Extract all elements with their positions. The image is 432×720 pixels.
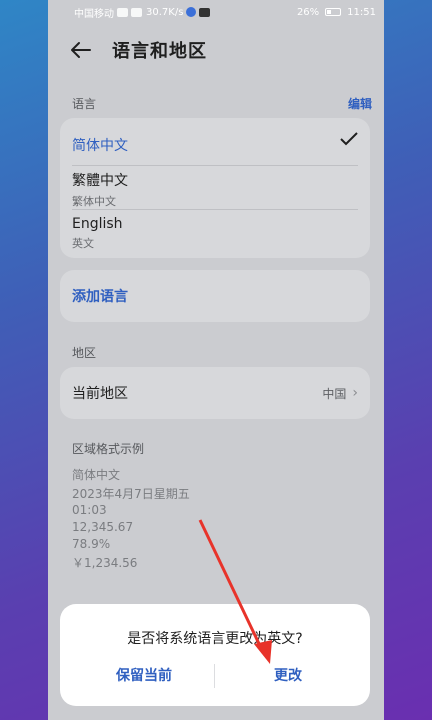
format-sample-line: 01:03 — [72, 503, 107, 517]
language-section-label: 语言 — [72, 97, 97, 111]
add-language-label: 添加语言 — [72, 289, 128, 305]
net-speed-text: 30.7K/s — [146, 6, 184, 18]
dialog-button-divider — [214, 664, 215, 688]
current-region-value: 中国 — [322, 386, 347, 401]
language-subtitle: 繁体中文 — [72, 195, 116, 208]
edit-languages-button[interactable]: 编辑 — [348, 95, 372, 112]
format-sample-line: ￥1,234.56 — [72, 556, 138, 570]
battery-icon — [325, 8, 342, 16]
keep-current-button[interactable]: 保留当前 — [74, 664, 214, 688]
format-sample-line: 简体中文 — [72, 468, 121, 482]
phone-screen: 中国移动 30.7K/s 26% 11:51 语言和地区 语言 编辑 简体中文 — [48, 0, 384, 720]
arrow-left-icon — [71, 42, 91, 58]
carrier-text: 中国移动 — [74, 8, 114, 20]
clock-text: 11:51 — [347, 6, 376, 18]
chevron-right-icon: › — [352, 385, 358, 401]
language-name: 繁體中文 — [72, 173, 128, 189]
dialog-message: 是否将系统语言更改为英文? — [127, 631, 303, 647]
change-language-button[interactable]: 更改 — [218, 664, 358, 688]
battery-percent: 26% — [296, 6, 320, 18]
signal-icon — [117, 7, 128, 17]
format-sample-line: 2023年4月7日星期五 — [72, 487, 190, 501]
language-list-card: 简体中文 繁體中文 繁体中文 English 英文 — [60, 118, 370, 258]
language-item-simplified-chinese[interactable]: 简体中文 — [60, 118, 370, 166]
region-section-label: 地区 — [72, 346, 97, 360]
page-title: 语言和地区 — [112, 41, 207, 62]
confirm-language-dialog: 是否将系统语言更改为英文? 保留当前 更改 — [60, 604, 370, 706]
app-notification-icon-2 — [199, 7, 211, 17]
back-button[interactable] — [70, 38, 98, 62]
region-row-content: 当前地区 中国 › — [60, 367, 370, 419]
app-notification-icon — [186, 7, 197, 17]
status-bar: 中国移动 30.7K/s 26% 11:51 — [48, 0, 384, 24]
language-subtitle: 英文 — [72, 237, 94, 250]
checkmark-icon — [340, 132, 358, 146]
app-header: 语言和地区 — [48, 30, 384, 70]
format-sample-label: 区域格式示例 — [72, 442, 145, 456]
wifi-icon — [131, 7, 142, 17]
language-name: 简体中文 — [72, 138, 128, 154]
format-sample-line: 78.9% — [72, 537, 111, 551]
current-region-label: 当前地区 — [72, 386, 128, 402]
format-sample-line: 12,345.67 — [72, 520, 134, 534]
language-item-traditional-chinese[interactable]: 繁體中文 繁体中文 — [60, 166, 370, 210]
language-name: English — [72, 216, 123, 232]
language-item-english[interactable]: English 英文 — [60, 210, 370, 258]
add-language-button[interactable]: 添加语言 — [60, 270, 370, 322]
current-region-row[interactable]: 当前地区 中国 › — [60, 367, 370, 419]
